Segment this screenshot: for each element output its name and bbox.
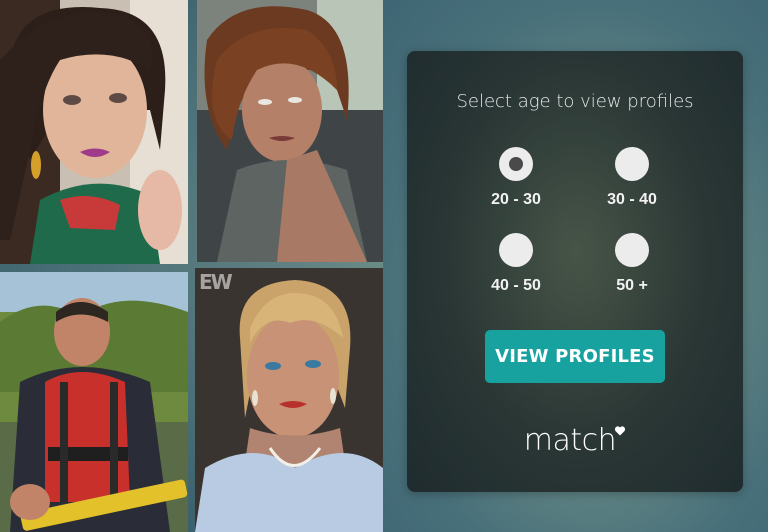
profile-photo-1 <box>0 0 188 264</box>
age-option-40-50[interactable]: 40 - 50 <box>461 233 571 295</box>
age-option-label: 50 + <box>616 277 648 294</box>
radio-button[interactable] <box>615 147 649 181</box>
photo-watermark: EW <box>199 270 233 294</box>
age-selection-panel: Select age to view profiles 20 - 30 30 -… <box>407 51 743 492</box>
view-profiles-button[interactable]: VIEW PROFILES <box>485 330 665 383</box>
radio-button-selected[interactable] <box>499 147 533 181</box>
heart-icon <box>615 426 626 436</box>
age-option-label: 40 - 50 <box>491 277 541 294</box>
match-logo: match <box>407 423 743 458</box>
profile-photo-3 <box>0 272 188 532</box>
age-option-label: 20 - 30 <box>491 191 541 208</box>
radio-button[interactable] <box>499 233 533 267</box>
age-option-30-40[interactable]: 30 - 40 <box>577 147 687 209</box>
profile-photo-4: EW <box>195 268 383 532</box>
age-option-20-30[interactable]: 20 - 30 <box>461 147 571 209</box>
age-option-label: 30 - 40 <box>607 191 657 208</box>
logo-text: match <box>523 423 617 458</box>
radio-button[interactable] <box>615 233 649 267</box>
profile-photo-2 <box>197 0 383 262</box>
panel-heading: Select age to view profiles <box>456 91 694 112</box>
age-option-50-plus[interactable]: 50 + <box>577 233 687 295</box>
